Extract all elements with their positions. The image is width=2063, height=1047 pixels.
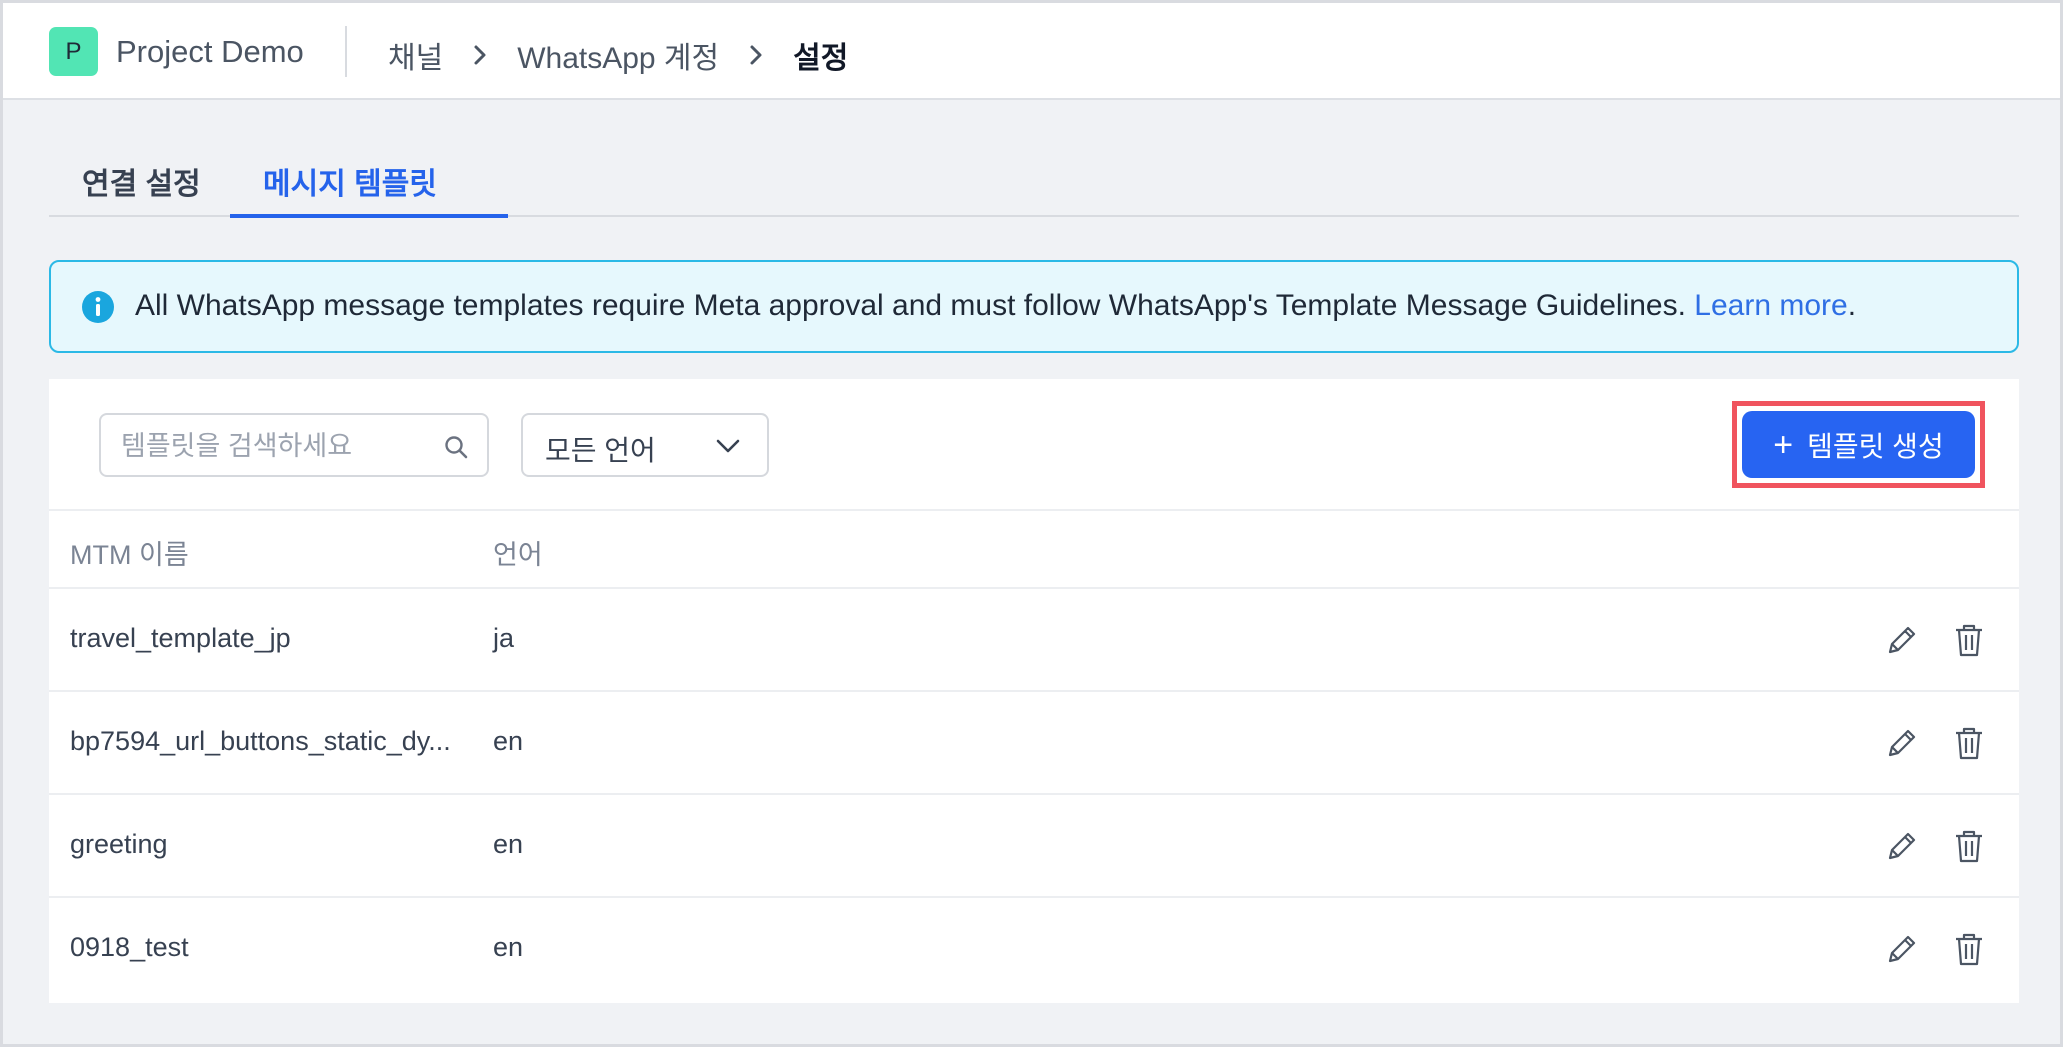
- table-row: travel_template_jp ja: [49, 589, 2019, 692]
- create-template-label: 템플릿 생성: [1807, 430, 1944, 462]
- app-window: P Project Demo 채널 WhatsApp 계정 설정 연결 설정 메…: [0, 0, 2063, 1047]
- template-language: en: [493, 932, 524, 962]
- edit-icon[interactable]: [1881, 928, 1923, 970]
- template-language: ja: [493, 623, 515, 653]
- create-template-button[interactable]: + 템플릿 생성: [1742, 411, 1975, 478]
- chevron-right-icon: [473, 44, 487, 66]
- header-divider: [345, 26, 347, 77]
- project-avatar[interactable]: P: [49, 27, 98, 76]
- settings-tabs: 연결 설정 메시지 템플릿: [49, 153, 2019, 218]
- top-header: P Project Demo 채널 WhatsApp 계정 설정: [3, 3, 2060, 100]
- table-header: MTM 이름 언어: [49, 509, 2019, 589]
- table-row: 0918_test en: [49, 898, 2019, 1001]
- edit-icon[interactable]: [1881, 722, 1923, 764]
- template-language: en: [493, 726, 524, 756]
- language-select[interactable]: 모든 언어: [521, 413, 769, 477]
- breadcrumb-channel[interactable]: 채널: [388, 33, 443, 77]
- breadcrumb-current: 설정: [793, 42, 849, 75]
- info-text: All WhatsApp message templates require M…: [135, 289, 1695, 322]
- info-icon: [82, 291, 114, 323]
- breadcrumb: 채널 WhatsApp 계정 설정: [388, 33, 848, 77]
- templates-table: MTM 이름 언어 travel_template_jp ja bp7594_u…: [49, 509, 2019, 1001]
- templates-panel: 모든 언어 + 템플릿 생성 MTM 이름 언어 travel_template…: [49, 379, 2019, 1003]
- info-message: All WhatsApp message templates require M…: [135, 289, 1856, 323]
- chevron-down-icon: [716, 439, 740, 453]
- column-header-name: MTM 이름: [70, 540, 189, 570]
- search-box: [99, 413, 489, 477]
- edit-icon[interactable]: [1881, 825, 1923, 867]
- template-name: greeting: [70, 829, 168, 859]
- plus-icon: +: [1773, 425, 1794, 464]
- trash-icon[interactable]: [1948, 928, 1990, 970]
- search-input[interactable]: [121, 429, 431, 463]
- chevron-right-icon: [749, 44, 763, 66]
- info-suffix: .: [1847, 289, 1857, 322]
- trash-icon[interactable]: [1948, 722, 1990, 764]
- trash-icon[interactable]: [1948, 825, 1990, 867]
- template-name: travel_template_jp: [70, 623, 291, 653]
- learn-more-link[interactable]: Learn more: [1694, 289, 1847, 322]
- table-row: bp7594_url_buttons_static_dy... en: [49, 692, 2019, 795]
- edit-icon[interactable]: [1881, 619, 1923, 661]
- template-name: 0918_test: [70, 932, 189, 962]
- project-name[interactable]: Project Demo: [116, 34, 304, 70]
- column-header-language: 언어: [493, 540, 543, 570]
- template-language: en: [493, 829, 524, 859]
- language-select-value: 모든 언어: [545, 435, 656, 466]
- search-icon[interactable]: [443, 434, 469, 460]
- tab-connection-settings[interactable]: 연결 설정: [82, 159, 201, 203]
- trash-icon[interactable]: [1948, 619, 1990, 661]
- table-row: greeting en: [49, 795, 2019, 898]
- tab-message-templates[interactable]: 메시지 템플릿: [263, 159, 437, 203]
- breadcrumb-whatsapp-account[interactable]: WhatsApp 계정: [517, 33, 719, 77]
- active-tab-indicator: [230, 214, 508, 218]
- info-banner: All WhatsApp message templates require M…: [49, 260, 2019, 353]
- template-name: bp7594_url_buttons_static_dy...: [70, 726, 451, 756]
